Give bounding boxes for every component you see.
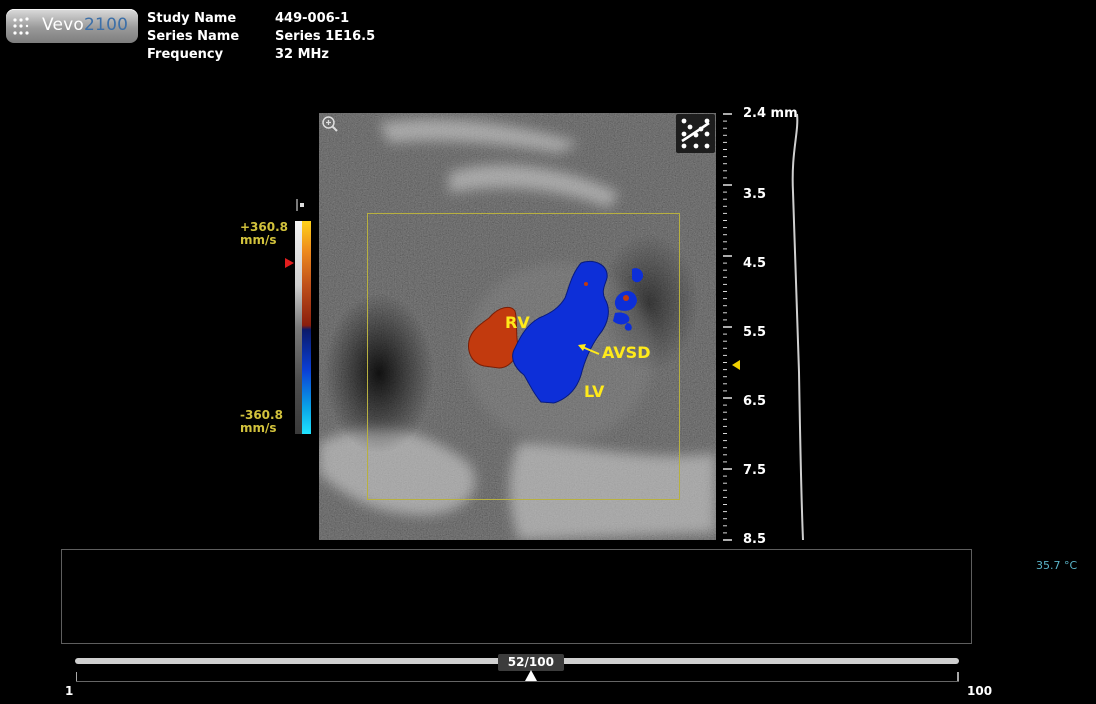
doppler-mode-button[interactable] xyxy=(676,114,715,153)
study-name-label: Study Name xyxy=(147,11,237,26)
depth-label: 4.5 xyxy=(743,256,767,271)
cine-frame-counter: 52/100 xyxy=(497,654,564,671)
series-name-value: Series 1E16.5 xyxy=(275,29,376,44)
annotation-avsd: AVSD xyxy=(602,343,651,362)
velocity-max: +360.8 mm/s xyxy=(240,221,288,247)
temperature-readout: 35.7 °C xyxy=(1036,559,1078,572)
physiology-panel xyxy=(61,549,972,644)
zoom-in-icon[interactable] xyxy=(321,115,339,133)
cine-slider-rail xyxy=(76,672,959,682)
series-name-label: Series Name xyxy=(147,29,240,44)
depth-label: 8.5 xyxy=(743,532,767,547)
vevo-dots-icon xyxy=(13,17,29,35)
cine-min-label: 1 xyxy=(65,684,74,698)
velocity-max-unit: mm/s xyxy=(240,233,277,247)
vevo-logo[interactable]: Vevo2100 xyxy=(6,9,138,43)
focus-marker[interactable] xyxy=(732,360,740,370)
frequency-value: 32 MHz xyxy=(275,47,329,62)
respiration-trace xyxy=(791,113,804,541)
baseline-marker[interactable] xyxy=(285,258,294,268)
study-info-labels: Study Name Series Name Frequency xyxy=(147,10,239,64)
study-name-value: 449-006-1 xyxy=(275,11,350,26)
cine-slider-handle[interactable] xyxy=(524,670,537,681)
frequency-label: Frequency xyxy=(147,47,224,62)
annotation-rv: RV xyxy=(505,313,530,332)
velocity-color-bar xyxy=(302,221,311,434)
colorbar-invert-icon[interactable] xyxy=(296,199,306,211)
depth-label: 6.5 xyxy=(743,394,767,409)
study-info-values: 449-006-1 Series 1E16.5 32 MHz xyxy=(275,10,375,64)
depth-label: 7.5 xyxy=(743,463,767,478)
velocity-min-unit: mm/s xyxy=(240,421,277,435)
cine-max-label: 100 xyxy=(967,684,993,698)
annotation-lv: LV xyxy=(584,382,605,401)
bmode-grayscale-bar xyxy=(295,221,302,434)
depth-label: 5.5 xyxy=(743,325,767,340)
depth-label: 3.5 xyxy=(743,187,767,202)
velocity-min: -360.8 mm/s xyxy=(240,409,283,435)
logo-text: Vevo2100 xyxy=(42,15,129,35)
doppler-mode-icon xyxy=(681,118,710,149)
